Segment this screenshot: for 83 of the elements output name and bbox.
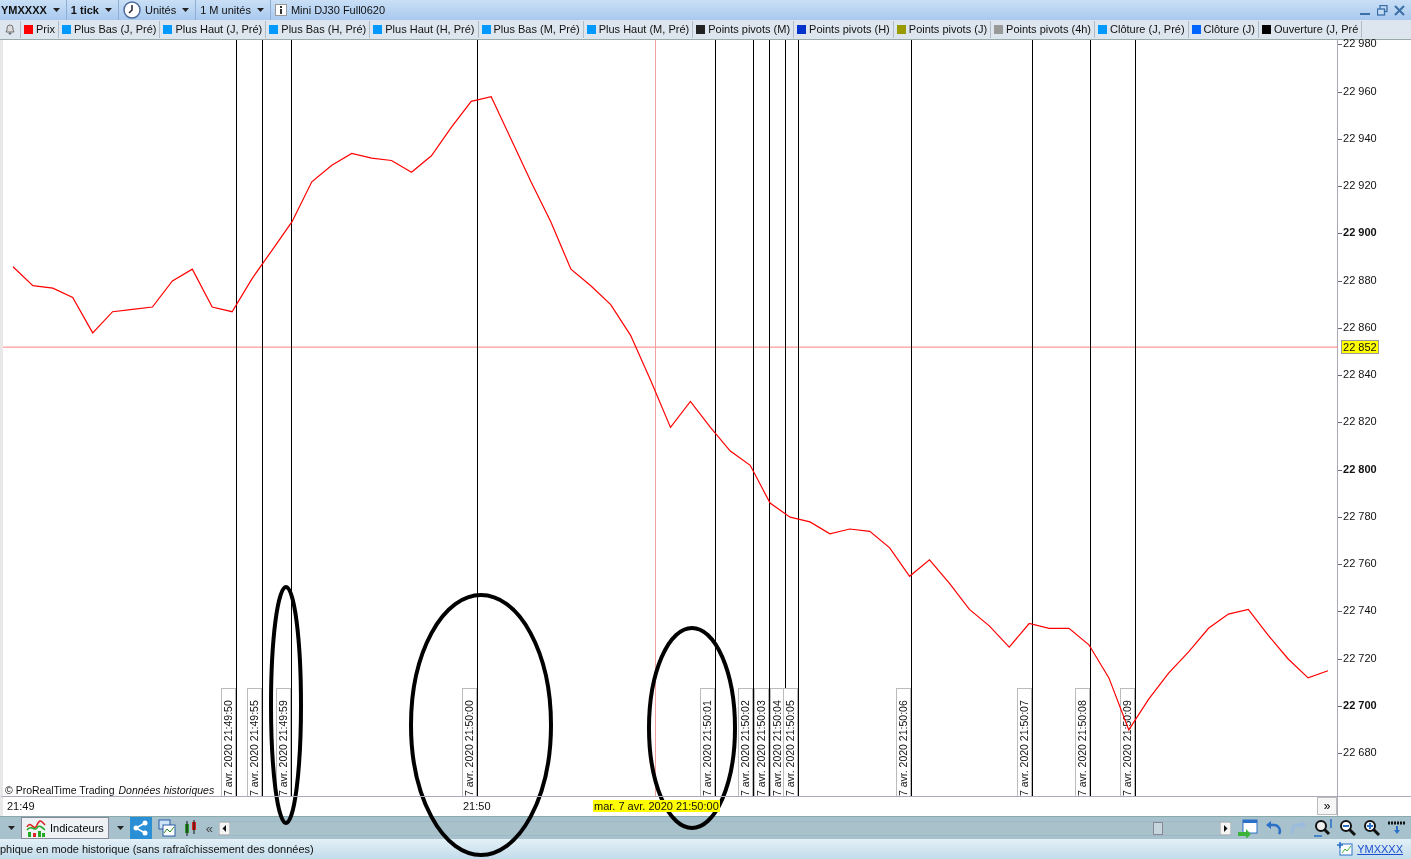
axis-label: 22 880 [1343, 273, 1377, 286]
zoom-fit-icon[interactable] [1313, 818, 1333, 838]
copyright-text: © ProRealTime Trading [5, 783, 115, 796]
marker-label: 7 avr. 2020 21:50:01 [700, 687, 715, 796]
marker-label: 7 avr. 2020 21:50:06 [896, 687, 911, 796]
collapse-button[interactable]: « [205, 820, 214, 836]
marker-label: 7 avr. 2020 21:50:05 [783, 687, 798, 796]
marker-label: 7 avr. 2020 21:50:07 [1017, 687, 1032, 796]
caret-icon[interactable] [105, 8, 112, 12]
chart-window-icon[interactable] [157, 819, 176, 837]
clock-icon [123, 1, 141, 19]
restore-icon[interactable] [1377, 4, 1388, 16]
axis-label: 22 980 [1343, 37, 1377, 50]
price-level-label: 22 852 [1341, 339, 1379, 354]
indicator-chart-icon [26, 819, 46, 837]
legend-label[interactable]: Points pivots (H) [809, 23, 890, 36]
share-icon[interactable] [129, 817, 152, 839]
status-message: phique en mode historique (sans rafraîchissement des données) [0, 843, 314, 856]
dropdown-menu-icon[interactable] [1387, 820, 1407, 836]
scroll-right-button[interactable]: » [1317, 796, 1338, 815]
caret-icon[interactable] [256, 8, 264, 12]
legend-label[interactable]: Plus Haut (J, Pré) [175, 23, 263, 36]
axis-label: 22 760 [1343, 557, 1377, 570]
axis-label: 22 820 [1343, 415, 1377, 428]
marker-label: 7 avr. 2020 21:50:08 [1075, 687, 1090, 796]
axis-label: 22 920 [1343, 179, 1377, 192]
legend-label[interactable]: Points pivots (J) [908, 23, 988, 36]
caret-icon[interactable] [182, 8, 190, 12]
time-label: 21:49 [7, 799, 35, 812]
legend-label[interactable]: Points pivots (4h) [1006, 23, 1092, 36]
info-icon[interactable] [274, 4, 287, 16]
axis-label: 22 780 [1343, 509, 1377, 522]
axis-label: 22 860 [1343, 320, 1377, 333]
marker-label: 7 avr. 2020 21:49:55 [247, 687, 262, 796]
units-dropdown[interactable]: 1 M unités [200, 4, 251, 16]
legend-label[interactable]: Clôture (J, Pré) [1110, 23, 1185, 36]
calendar-icon[interactable] [1237, 818, 1259, 838]
undo-icon[interactable] [1265, 819, 1283, 837]
marker-label: 7 avr. 2020 21:50:09 [1120, 687, 1135, 796]
marker-label: 7 avr. 2020 21:49:50 [221, 687, 236, 796]
bell-icon[interactable] [4, 23, 16, 36]
axis-label: 22 900 [1343, 226, 1377, 239]
instrument-name: Mini DJ30 Full0620 [290, 4, 386, 16]
marker-label: 7 avr. 2020 21:49:59 [276, 687, 291, 796]
legend-label[interactable]: Plus Bas (M, Pré) [493, 23, 580, 36]
caret-icon[interactable] [8, 826, 15, 830]
legend-label[interactable]: Plus Haut (H, Pré) [385, 23, 475, 36]
axis-label: 22 800 [1343, 462, 1377, 475]
axis-label: 22 680 [1343, 746, 1377, 759]
legend-label[interactable]: Clôture (J) [1203, 23, 1255, 36]
horizontal-scrollbar[interactable] [219, 820, 1231, 836]
symbol-link[interactable]: YMXXXX [1357, 843, 1403, 856]
axis-label: 22 940 [1343, 131, 1377, 144]
legend-label[interactable]: Points pivots (M) [708, 23, 791, 36]
marker-label: 7 avr. 2020 21:50:03 [754, 687, 769, 796]
data-mode-note: Données historiques [118, 783, 215, 796]
marker-label: 7 avr. 2020 21:50:00 [462, 687, 477, 796]
legend-label[interactable]: Ouverture (J, Pré [1273, 23, 1359, 36]
time-label: 21:50 [463, 799, 491, 812]
axis-label: 22 720 [1343, 651, 1377, 664]
caret-icon[interactable] [116, 826, 124, 830]
legend-label[interactable]: Plus Haut (M, Pré) [598, 23, 690, 36]
cursor-time-label: mar. 7 avr. 2020 21:50:00 [593, 799, 720, 812]
scroll-right-icon[interactable] [1220, 821, 1231, 835]
scroll-thumb[interactable] [1153, 821, 1163, 835]
unit-type-dropdown[interactable]: Unités [145, 4, 177, 16]
legend-label[interactable]: Plus Bas (J, Pré) [73, 23, 157, 36]
indicators-button[interactable]: Indicateurs [21, 817, 109, 839]
zoom-out-icon[interactable] [1339, 819, 1357, 837]
axis-label: 22 840 [1343, 368, 1377, 381]
symbol-dropdown[interactable]: YMXXXX [1, 4, 47, 16]
close-icon[interactable] [1394, 4, 1405, 16]
axis-label: 22 960 [1343, 84, 1377, 97]
axis-label: 22 700 [1343, 698, 1377, 711]
legend-label[interactable]: Plus Bas (H, Pré) [281, 23, 367, 36]
interval-dropdown[interactable]: 1 tick [70, 4, 99, 16]
add-chart-icon[interactable] [1337, 842, 1354, 857]
caret-icon[interactable] [52, 8, 60, 12]
legend-label[interactable]: Prix [36, 23, 55, 36]
marker-label: 7 avr. 2020 21:50:02 [738, 687, 753, 796]
axis-label: 22 740 [1343, 604, 1377, 617]
scroll-left-icon[interactable] [219, 821, 231, 835]
zoom-in-icon[interactable] [1363, 819, 1381, 837]
